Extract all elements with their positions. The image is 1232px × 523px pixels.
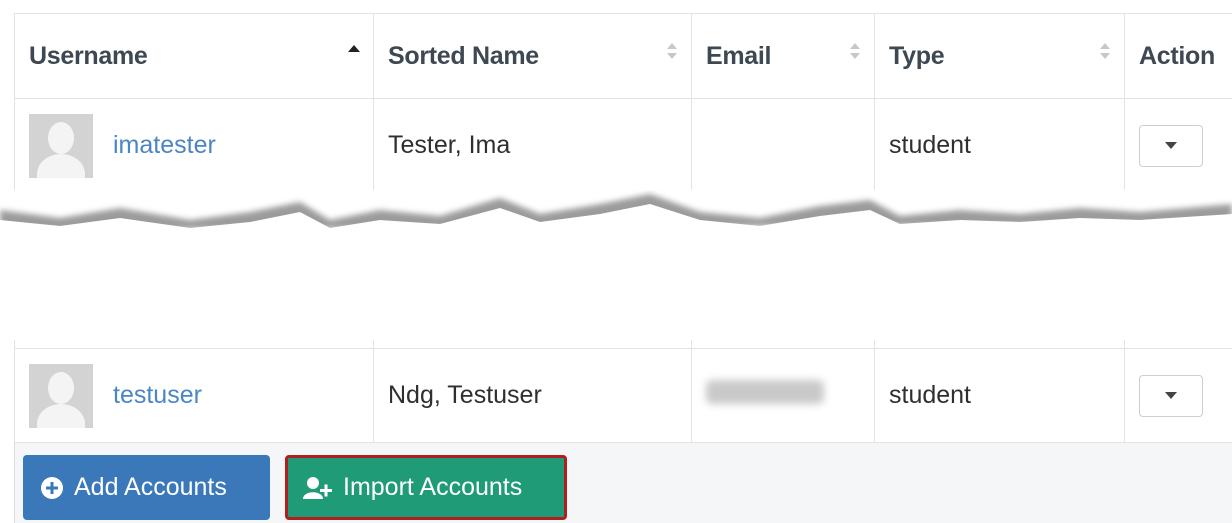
header-type-label: Type: [889, 41, 945, 70]
type-cell: student: [874, 348, 1125, 443]
user-plus-icon: [303, 476, 332, 499]
username-link[interactable]: testuser: [113, 381, 202, 410]
sorted-name-cell: Ndg, Testuser: [373, 348, 692, 443]
add-accounts-label: Add Accounts: [74, 473, 227, 501]
import-accounts-label: Import Accounts: [343, 473, 523, 501]
blurred-email: [706, 380, 824, 404]
add-accounts-button[interactable]: Add Accounts: [23, 455, 270, 520]
action-cell: [1124, 98, 1232, 193]
table-row: imatester Tester, Ima student: [14, 98, 1232, 193]
sortable-icon: [850, 43, 860, 59]
header-username-label: Username: [29, 41, 148, 70]
sortable-icon: [667, 43, 677, 59]
header-username[interactable]: Username: [14, 13, 374, 99]
username-cell: imatester: [14, 98, 374, 193]
sortable-icon: [1100, 43, 1110, 59]
email-cell: [691, 348, 875, 443]
table-header-row: Username Sorted Name Email Type Action: [14, 13, 1232, 99]
header-sorted-name-label: Sorted Name: [388, 41, 539, 70]
header-type[interactable]: Type: [874, 13, 1125, 99]
row-action-dropdown[interactable]: [1139, 124, 1203, 167]
sort-ascending-icon: [348, 45, 360, 52]
header-action-label: Action: [1139, 41, 1215, 70]
sorted-name-cell: Tester, Ima: [373, 98, 692, 193]
header-email-label: Email: [706, 41, 772, 70]
torn-edge-redaction: [0, 190, 1232, 340]
email-cell: [691, 98, 875, 193]
header-sorted-name[interactable]: Sorted Name: [373, 13, 692, 99]
plus-circle-icon: [41, 476, 63, 499]
default-avatar-icon: [29, 363, 93, 428]
caret-down-icon: [1165, 391, 1177, 399]
username-cell: testuser: [14, 348, 374, 443]
default-avatar-icon: [29, 113, 93, 178]
caret-down-icon: [1165, 141, 1177, 149]
header-action: Action: [1124, 13, 1232, 99]
import-accounts-button[interactable]: Import Accounts: [285, 455, 567, 520]
header-email[interactable]: Email: [691, 13, 875, 99]
username-link[interactable]: imatester: [113, 131, 216, 160]
type-cell: student: [874, 98, 1125, 193]
action-cell: [1124, 348, 1232, 443]
table-row: testuser Ndg, Testuser student: [14, 348, 1232, 443]
row-action-dropdown[interactable]: [1139, 374, 1203, 417]
